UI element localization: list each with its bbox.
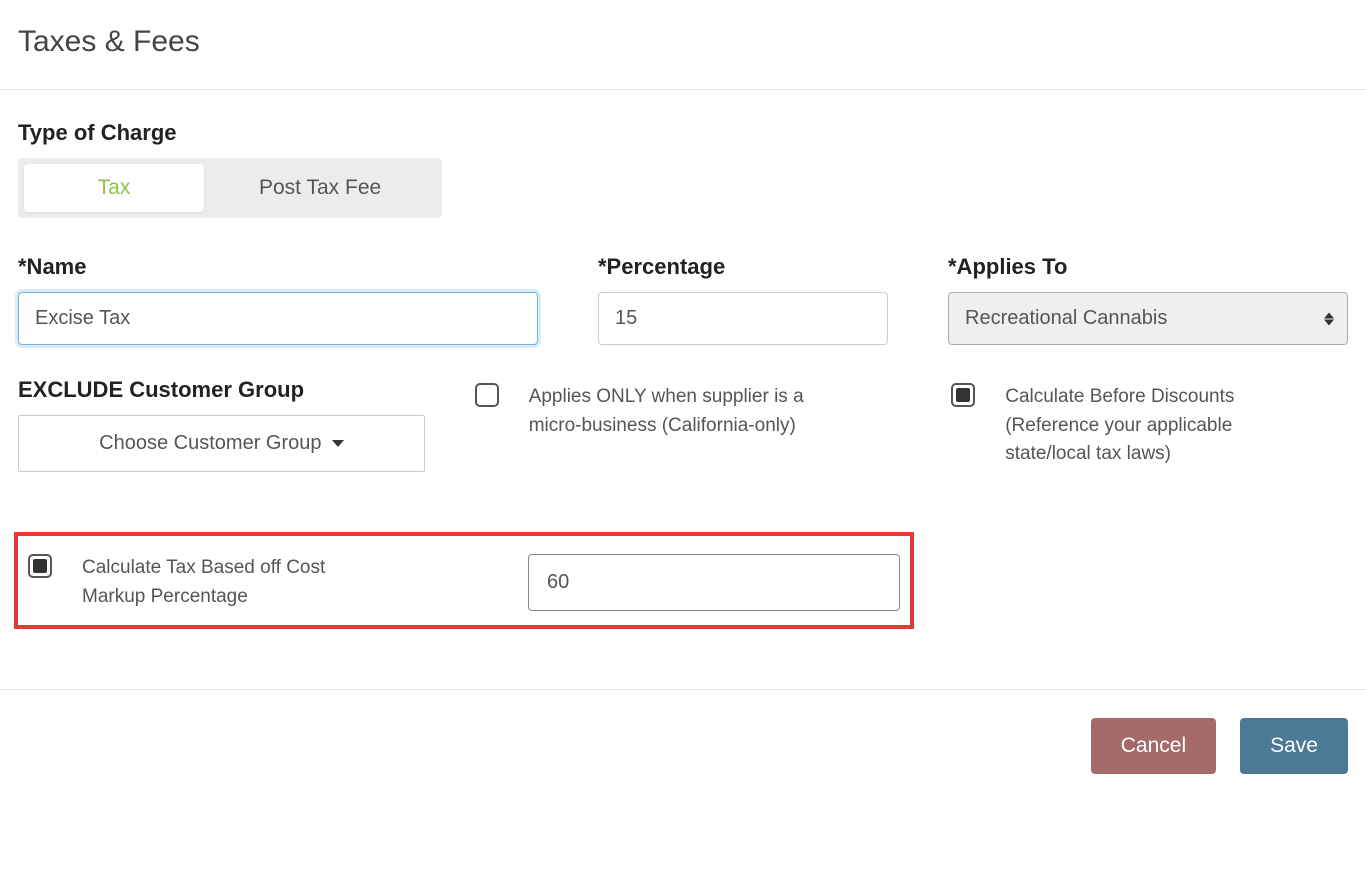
name-input[interactable] — [18, 292, 538, 345]
tab-post-tax-fee[interactable]: Post Tax Fee — [204, 164, 436, 212]
applies-to-select[interactable]: Recreational Cannabis — [948, 292, 1348, 345]
tab-tax[interactable]: Tax — [24, 164, 204, 212]
save-button[interactable]: Save — [1240, 718, 1348, 774]
calc-before-discounts-checkbox[interactable] — [951, 383, 975, 407]
cancel-button[interactable]: Cancel — [1091, 718, 1216, 774]
micro-business-checkbox[interactable] — [475, 383, 499, 407]
cost-markup-label: Calculate Tax Based off Cost Markup Perc… — [82, 554, 382, 611]
cost-markup-input[interactable] — [528, 554, 900, 611]
cost-markup-checkbox[interactable] — [28, 554, 52, 578]
caret-down-icon — [332, 440, 344, 447]
cost-markup-highlight: Calculate Tax Based off Cost Markup Perc… — [14, 532, 914, 629]
percentage-input[interactable] — [598, 292, 888, 345]
page-title: Taxes & Fees — [18, 25, 1348, 59]
name-label: *Name — [18, 254, 538, 280]
calc-before-discounts-label: Calculate Before Discounts (Reference yo… — [1005, 383, 1305, 469]
percentage-label: *Percentage — [598, 254, 888, 280]
exclude-group-placeholder: Choose Customer Group — [99, 432, 321, 455]
micro-business-label: Applies ONLY when supplier is a micro-bu… — [529, 383, 829, 440]
exclude-group-dropdown[interactable]: Choose Customer Group — [18, 415, 425, 472]
exclude-group-label: EXCLUDE Customer Group — [18, 377, 425, 403]
charge-type-toggle-group: Tax Post Tax Fee — [18, 158, 442, 218]
applies-to-label: *Applies To — [948, 254, 1348, 280]
type-of-charge-label: Type of Charge — [18, 120, 1348, 146]
